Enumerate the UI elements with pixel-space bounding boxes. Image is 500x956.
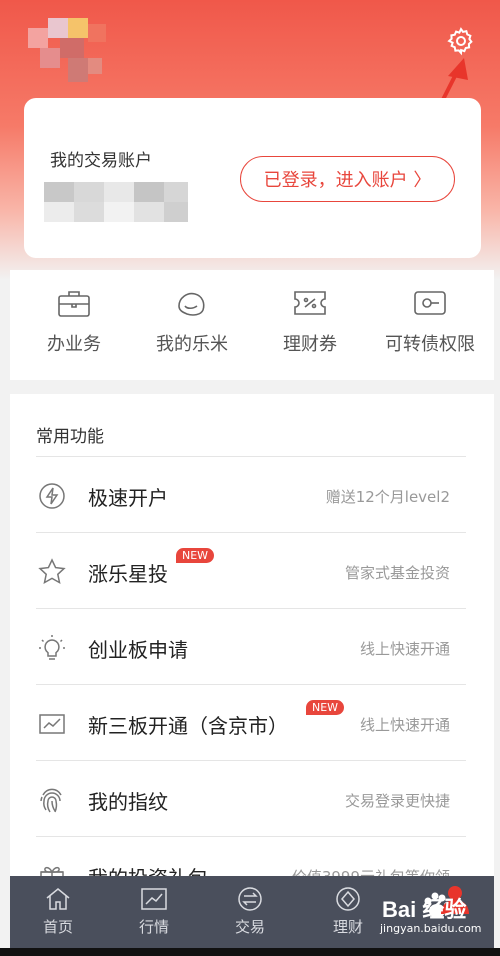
lightbulb-icon [39,635,65,660]
bottom-strip [0,948,500,956]
divider [36,760,466,761]
masked-account-number [44,182,194,222]
function-desc: 线上快速开通 [359,640,450,658]
tab-trade[interactable]: 交易 [220,886,280,937]
tab-home[interactable]: 首页 [28,886,88,937]
function-desc: 赠送12个月level2 [325,488,450,506]
divider [36,608,466,609]
briefcase-icon [58,291,90,317]
coupon-icon [294,291,326,315]
new-badge: NEW [176,548,215,563]
watermark-main: Bai 经验 [382,897,467,922]
wealth-icon [336,887,360,911]
baidu-jingyan-watermark: Bai 经验 jingyan.baidu.com [380,886,490,942]
watermark-url: jingyan.baidu.com [380,922,482,935]
tab-label: 行情 [138,918,169,936]
lemi-icon [178,292,205,316]
star-icon [38,558,66,585]
function-name: 涨乐星投 [88,562,168,586]
function-name: 我的指纹 [88,790,168,814]
avatar[interactable] [28,18,106,88]
function-row-fingerprint[interactable]: 我的指纹 交易登录更快捷 [10,762,494,837]
quick-action-label: 办业务 [47,334,101,355]
gear-icon[interactable] [446,26,476,56]
quick-action-coupon[interactable]: 理财券 [250,288,370,356]
enter-account-button[interactable]: 已登录，进入账户 〉 [240,156,455,202]
home-icon [46,888,70,910]
quick-action-lemi[interactable]: 我的乐米 [132,288,252,356]
quick-action-convertible[interactable]: 可转债权限 [370,288,490,356]
fingerprint-icon [40,788,62,813]
function-name: 新三板开通（含京市） [88,714,288,738]
common-functions-panel: 常用功能 极速开户 赠送12个月level2 涨乐星投 NEW 管家式基金投资 … [10,394,494,894]
function-row-neeq[interactable]: 新三板开通（含京市） NEW 线上快速开通 [10,686,494,761]
lightning-icon [39,483,65,509]
quick-action-label: 理财券 [283,334,337,355]
quick-actions: 办业务 我的乐米 理财券 可转债权限 [10,270,494,380]
tab-market[interactable]: 行情 [124,886,184,937]
function-row-gem[interactable]: 创业板申请 线上快速开通 [10,610,494,685]
function-desc: 线上快速开通 [359,716,450,734]
function-name: 极速开户 [88,486,168,510]
tab-label: 交易 [234,918,265,936]
tab-label: 首页 [42,918,73,936]
chart-icon [39,714,65,734]
quick-action-label: 可转债权限 [385,334,475,355]
divider [36,684,466,685]
section-title: 常用功能 [36,427,104,447]
tab-label: 理财 [332,918,363,936]
divider [36,532,466,533]
function-desc: 交易登录更快捷 [344,792,450,810]
tab-wealth[interactable]: 理财 [318,886,378,937]
quick-action-business[interactable]: 办业务 [14,288,134,356]
trade-icon [238,887,262,911]
divider [36,836,466,837]
new-badge: NEW [306,700,345,715]
function-name: 创业板申请 [88,638,188,662]
account-card: 我的交易账户 已登录，进入账户 〉 [24,98,481,258]
quick-action-label: 我的乐米 [156,334,228,355]
market-icon [141,888,167,910]
wallet-icon [414,291,446,315]
function-row-quick-open[interactable]: 极速开户 赠送12个月level2 [10,458,494,533]
function-desc: 管家式基金投资 [344,564,450,582]
divider [36,456,466,457]
function-row-star-invest[interactable]: 涨乐星投 NEW 管家式基金投资 [10,534,494,609]
account-title: 我的交易账户 [50,151,152,171]
